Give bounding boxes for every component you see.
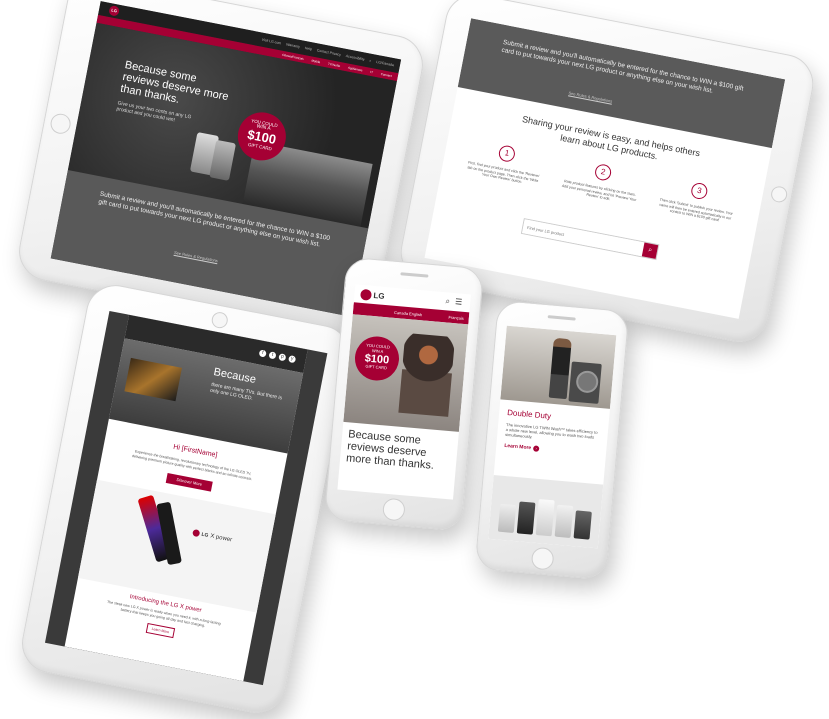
pinterest-icon[interactable]: p [278, 352, 287, 361]
logo-text: LG [373, 290, 385, 301]
phone-home-button[interactable] [381, 497, 406, 522]
washer-unit [516, 501, 536, 535]
lg-logo[interactable] [360, 288, 373, 301]
phone-headline: Because some reviews deserve more than t… [345, 428, 435, 472]
phone-twin-wash-screen: Double Duty The innovative LG TWIN Wash™… [488, 325, 617, 549]
step-2: 2 Rate product features by clicking on t… [560, 157, 643, 207]
step-text: Rate product features by clicking on the… [561, 179, 637, 202]
hero-text-2: there are many TVs. But there is only on… [209, 381, 283, 402]
product-name: X power [209, 533, 233, 544]
phone-icon-row: ⌕ ☰ [445, 296, 462, 307]
twitter-icon[interactable]: t [268, 350, 277, 359]
lang-french[interactable]: Français [448, 314, 464, 320]
learn-more-button[interactable]: Learn More [145, 623, 176, 639]
nav-link-2[interactable]: Help [304, 46, 312, 51]
facebook-icon[interactable]: f [258, 348, 267, 358]
youtube-icon[interactable]: y [288, 354, 297, 363]
step-3: 3 Then click 'Submit' to publish your re… [656, 176, 739, 226]
nav-link-4[interactable]: Accessibility [345, 54, 364, 62]
phone-landing-screen: LG Canada English Français ⌕ ☰ YOU COULD… [337, 284, 471, 500]
search-button[interactable]: ⌕ [641, 242, 659, 259]
discover-more-button[interactable]: Discover More [165, 473, 213, 492]
nav-right[interactable]: LG/Canada [376, 60, 394, 67]
review-top-banner: Submit a review and you'll automatically… [457, 18, 786, 149]
lg-logo-small [192, 529, 201, 538]
washer-lineup-image [488, 475, 604, 549]
phone-twin-wash: Double Duty The innovative LG TWIN Wash™… [474, 299, 630, 581]
search-icon[interactable]: ⌕ [369, 59, 372, 63]
email-body: f t p y Because there are many TVs. But … [64, 314, 308, 682]
sub-nav-1[interactable]: Mobile [311, 59, 320, 65]
review-top-link[interactable]: See Rules & Regulations [568, 90, 613, 103]
washer-unit [535, 499, 555, 537]
step-1: 1 First, find your product and click the… [463, 138, 546, 188]
lg-logo[interactable]: LG [108, 5, 120, 17]
product-search: ⌕ [520, 218, 660, 261]
product-search-input[interactable] [522, 219, 645, 257]
step-text: Then click 'Submit' to publish your revi… [659, 197, 734, 223]
learn-more-link[interactable]: Learn More › [504, 443, 598, 457]
product-logo: LG X power [192, 529, 233, 543]
step-number-circle: 2 [593, 162, 613, 182]
tablet-email-screen: f t p y Because there are many TVs. But … [44, 310, 328, 686]
tablet-home-button-2[interactable] [769, 184, 789, 204]
sub-nav-2[interactable]: TV/Audio [328, 62, 341, 68]
nav-link-0[interactable]: Visit LG.com [261, 38, 281, 46]
section-body: The innovative LG TWIN Wash™ takes effic… [505, 421, 598, 440]
footer-link[interactable]: See Rules & Regulations [174, 250, 219, 263]
phone-home-button-2[interactable] [530, 546, 555, 571]
tablet-review-screen: Submit a review and you'll automatically… [424, 18, 786, 319]
tablet-home-button-3[interactable] [210, 310, 230, 330]
product-logo-text: LG [200, 531, 209, 539]
step-text: First, find your product and click the '… [467, 160, 540, 185]
phone-hero: YOU COULD WIN A $100 GIFT CARD [343, 314, 469, 432]
arrow-circle-icon: › [532, 445, 540, 452]
review-top-text: Submit a review and you'll automatically… [500, 38, 745, 95]
phone-speaker [400, 272, 429, 278]
nav-link-1[interactable]: Warranty [286, 42, 301, 49]
search-icon[interactable]: ⌕ [445, 296, 450, 306]
tablet-email: f t p y Because there are many TVs. But … [16, 280, 356, 718]
tv-image [124, 357, 182, 402]
menu-icon[interactable]: ☰ [455, 297, 463, 308]
sub-nav-5[interactable]: Connect [380, 72, 392, 78]
phone-landing: LG Canada English Français ⌕ ☰ YOU COULD… [323, 256, 485, 532]
laundry-room-image [500, 325, 617, 409]
washer-unit [573, 510, 592, 540]
washer-unit [554, 504, 574, 538]
hero-person-image [398, 332, 456, 417]
tablet-home-button[interactable] [48, 112, 73, 136]
washer-unit [497, 503, 517, 534]
learn-more-text: Learn More [504, 442, 532, 452]
sub-nav-4[interactable]: IT [370, 70, 373, 74]
phone-speaker [547, 315, 576, 321]
nav-link-3[interactable]: Contact Privacy [316, 48, 341, 57]
step-number-circle: 3 [689, 181, 709, 201]
phone-prize-badge: YOU COULD WIN A $100 GIFT CARD [353, 334, 401, 383]
step-number-circle: 1 [497, 144, 517, 164]
